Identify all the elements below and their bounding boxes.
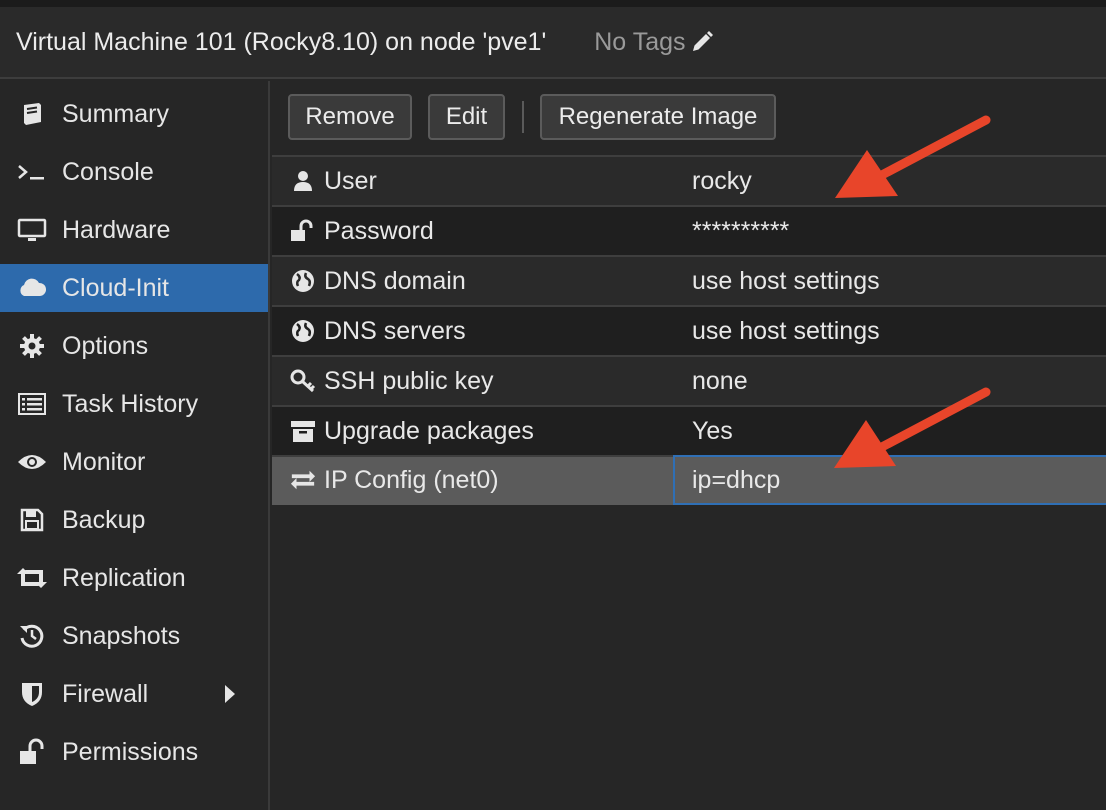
sidebar-item-console[interactable]: Console	[0, 148, 268, 196]
edit-button[interactable]: Edit	[428, 94, 505, 140]
user-icon	[290, 170, 316, 192]
sidebar: Summary Console Hardware Cloud-Init Opti…	[0, 81, 270, 810]
sidebar-item-task-history[interactable]: Task History	[0, 380, 268, 428]
retweet-icon	[16, 564, 48, 592]
table-row-password[interactable]: Password **********	[272, 205, 1106, 255]
book-icon	[16, 100, 48, 128]
sidebar-item-label: Permissions	[62, 737, 199, 766]
sidebar-item-label: Summary	[62, 99, 169, 128]
terminal-icon	[16, 158, 48, 186]
floppy-icon	[16, 506, 48, 534]
sidebar-item-label: Task History	[62, 389, 199, 418]
sidebar-item-snapshots[interactable]: Snapshots	[0, 612, 268, 660]
sidebar-item-options[interactable]: Options	[0, 322, 268, 370]
row-value: use host settings	[692, 266, 880, 295]
row-name: DNS servers	[324, 316, 466, 345]
unlock-icon	[16, 738, 48, 766]
table-row-ip-config[interactable]: IP Config (net0) ip=dhcp	[272, 455, 1106, 505]
page-title: Virtual Machine 101 (Rocky8.10) on node …	[16, 27, 547, 56]
archive-icon	[290, 419, 316, 443]
cloud-icon	[16, 274, 48, 302]
list-icon	[16, 390, 48, 418]
row-name: SSH public key	[324, 366, 494, 395]
chevron-right-icon[interactable]	[224, 684, 236, 704]
row-value: ip=dhcp	[692, 465, 781, 494]
row-name: Upgrade packages	[324, 416, 534, 445]
row-name: User	[324, 166, 377, 195]
sidebar-item-backup[interactable]: Backup	[0, 496, 268, 544]
remove-button[interactable]: Remove	[288, 94, 412, 140]
page-header: Virtual Machine 101 (Rocky8.10) on node …	[0, 7, 1106, 79]
table-row-user[interactable]: User rocky	[272, 155, 1106, 205]
sidebar-item-label: Backup	[62, 505, 146, 534]
table-row-upgrade-packages[interactable]: Upgrade packages Yes	[272, 405, 1106, 455]
main-panel: Remove Edit Regenerate Image User rocky …	[272, 81, 1106, 810]
sidebar-item-summary[interactable]: Summary	[0, 90, 268, 138]
sidebar-item-label: Firewall	[62, 679, 149, 708]
row-value: use host settings	[692, 316, 880, 345]
sidebar-item-firewall[interactable]: Firewall	[0, 670, 268, 718]
sidebar-item-cloud-init[interactable]: Cloud-Init	[0, 264, 268, 312]
monitor-icon	[16, 216, 48, 244]
table-row-ssh-key[interactable]: SSH public key none	[272, 355, 1106, 405]
sidebar-item-monitor[interactable]: Monitor	[0, 438, 268, 486]
row-name: IP Config (net0)	[324, 465, 499, 494]
row-value: Yes	[692, 416, 733, 445]
shield-icon	[16, 680, 48, 708]
table-row-dns-servers[interactable]: DNS servers use host settings	[272, 305, 1106, 355]
sidebar-item-label: Hardware	[62, 215, 171, 244]
sidebar-item-replication[interactable]: Replication	[0, 554, 268, 602]
regenerate-image-button[interactable]: Regenerate Image	[540, 94, 776, 140]
globe-icon	[290, 319, 316, 343]
sidebar-item-permissions[interactable]: Permissions	[0, 728, 268, 776]
globe-icon	[290, 269, 316, 293]
sidebar-item-label: Snapshots	[62, 621, 181, 650]
pencil-icon[interactable]	[690, 30, 714, 54]
key-icon	[290, 369, 316, 393]
sidebar-item-label: Options	[62, 331, 149, 360]
eye-icon	[16, 448, 48, 476]
sidebar-item-label: Cloud-Init	[62, 273, 169, 302]
toolbar-separator	[522, 101, 524, 133]
toolbar: Remove Edit Regenerate Image	[272, 81, 1106, 153]
row-name: DNS domain	[324, 266, 466, 295]
row-value: **********	[692, 216, 790, 245]
exchange-icon	[290, 469, 316, 491]
unlock-icon	[290, 219, 316, 243]
row-value: none	[692, 366, 748, 395]
gear-icon	[16, 332, 48, 360]
row-value: rocky	[692, 166, 752, 195]
sidebar-item-label: Monitor	[62, 447, 146, 476]
window-top-strip	[0, 0, 1106, 7]
tags-area[interactable]: No Tags	[594, 28, 713, 57]
table-row-dns-domain[interactable]: DNS domain use host settings	[272, 255, 1106, 305]
tags-label: No Tags	[594, 27, 686, 56]
row-name: Password	[324, 216, 434, 245]
history-icon	[16, 622, 48, 650]
sidebar-item-label: Console	[62, 157, 154, 186]
sidebar-item-hardware[interactable]: Hardware	[0, 206, 268, 254]
sidebar-item-label: Replication	[62, 563, 186, 592]
